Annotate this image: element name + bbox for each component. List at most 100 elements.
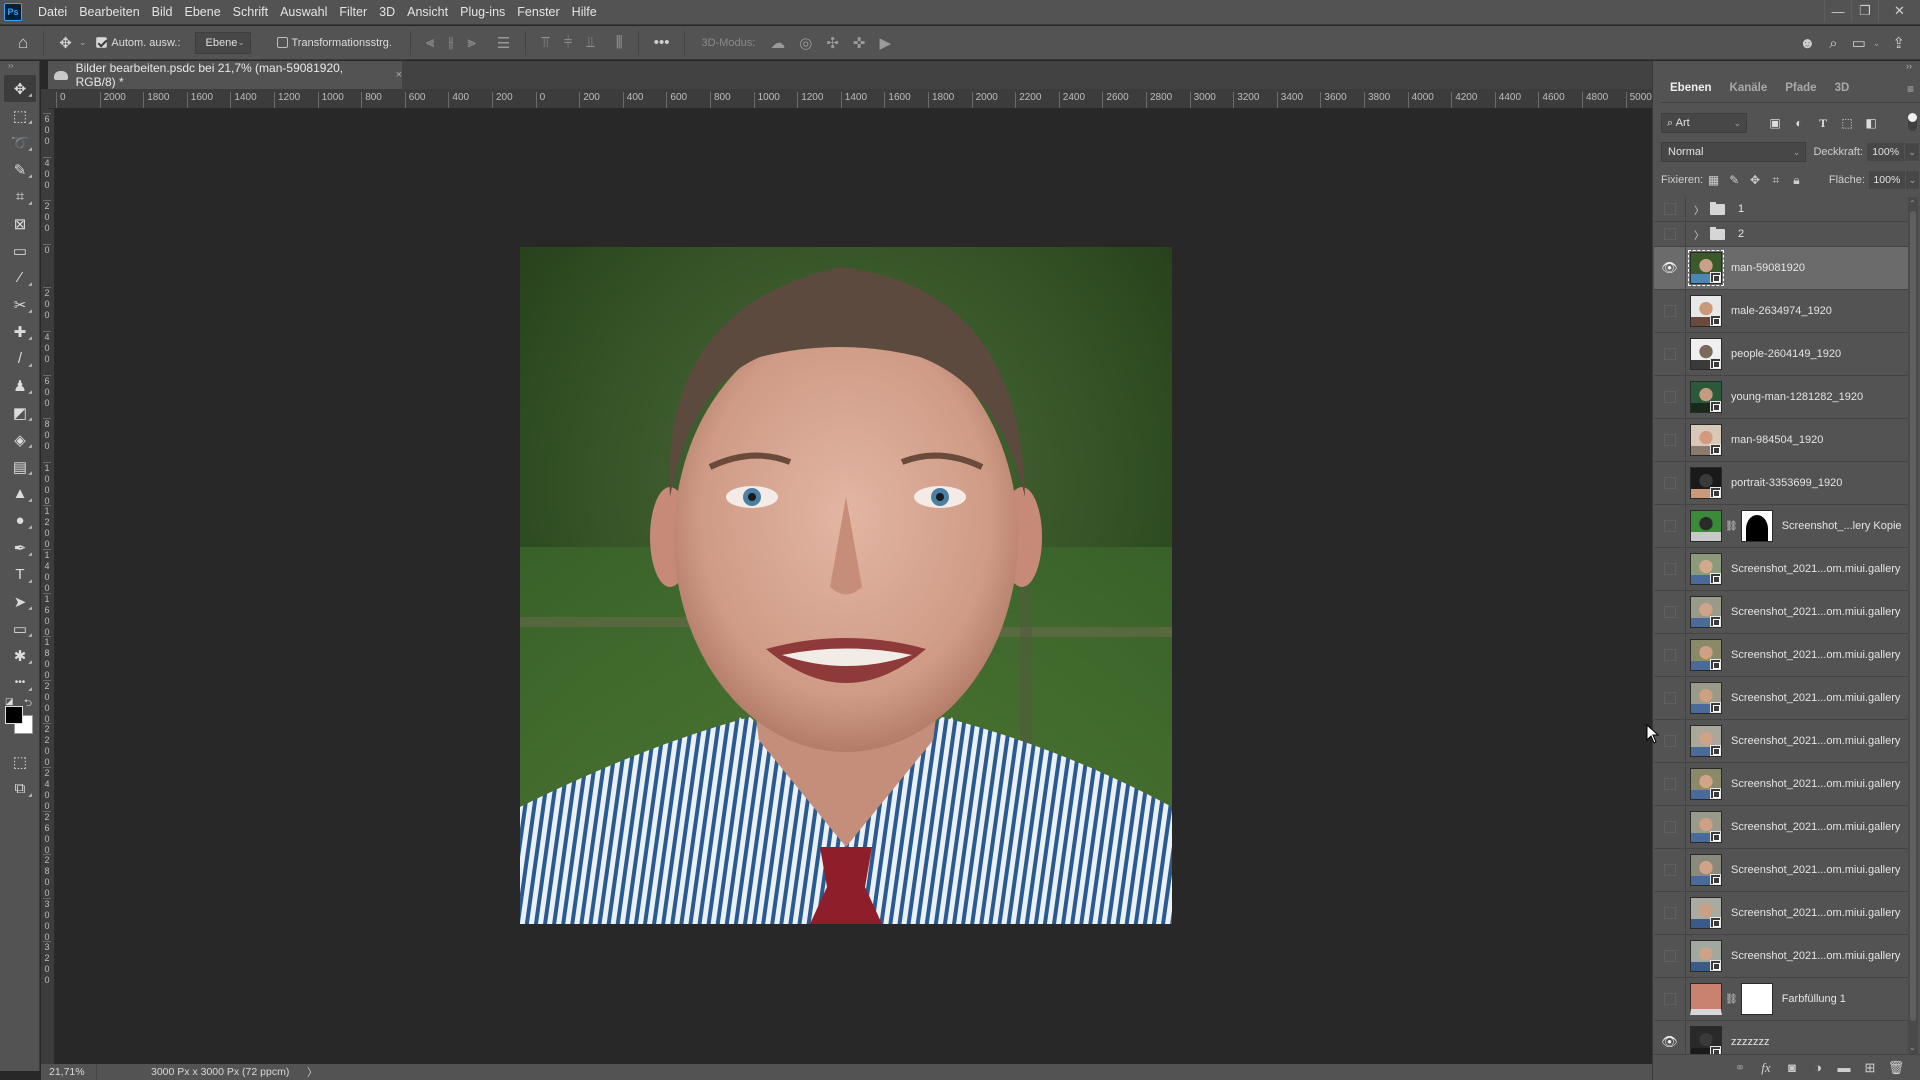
lock-transparent-pixels-icon[interactable]: ▦ [1703, 173, 1724, 187]
visibility-box[interactable] [1663, 434, 1676, 446]
layer-thumbnail[interactable] [1690, 940, 1722, 972]
layer-row[interactable]: ⛓ Screenshot_...lery Kopie [1654, 505, 1908, 548]
visibility-toggle[interactable] [1654, 548, 1686, 590]
visibility-box[interactable] [1663, 203, 1676, 215]
visibility-toggle[interactable] [1654, 763, 1686, 805]
paint-bucket-tool[interactable]: ◈ [4, 426, 36, 453]
custom-shape-tool[interactable]: ✱ [4, 642, 36, 669]
menu-datei[interactable]: Datei [32, 5, 73, 19]
menu-ansicht[interactable]: Ansicht [401, 5, 454, 19]
frame-tool[interactable]: ⊠ [4, 210, 36, 237]
tab-3d[interactable]: 3D [1826, 74, 1859, 102]
layer-row[interactable]: portrait-3353699_1920 [1654, 462, 1908, 505]
swap-colors-icon[interactable]: ⮌ [24, 696, 32, 713]
visibility-toggle[interactable] [1654, 505, 1686, 547]
expand-group-chevron-icon[interactable]: 〉 [1694, 202, 1704, 217]
tab-kan-le[interactable]: Kanäle [1721, 74, 1777, 102]
ruler-tool[interactable]: ▭ [4, 237, 36, 264]
layer-row[interactable]: ⛓ Farbfüllung 1 [1654, 978, 1908, 1021]
visibility-toggle[interactable]: 👁︎ [1654, 247, 1686, 289]
layer-row[interactable]: Screenshot_2021...om.miui.gallery [1654, 720, 1908, 763]
pen-tool[interactable]: ✒ [4, 534, 36, 561]
new-layer-icon[interactable]: ⊞ [1857, 1060, 1883, 1076]
restore-button[interactable]: ❐ [1851, 0, 1878, 22]
workspace-icon[interactable]: ▭ [1852, 34, 1866, 52]
tool-preset-chevron-icon[interactable]: ⌄ [79, 37, 87, 48]
crop-tool[interactable]: ⌗ [4, 183, 36, 210]
visibility-box[interactable] [1663, 477, 1676, 489]
layer-thumbnail[interactable] [1690, 553, 1722, 585]
link-layers-icon[interactable]: ⚭ [1727, 1060, 1753, 1076]
layer-thumbnail[interactable] [1690, 897, 1722, 929]
visibility-box[interactable] [1663, 778, 1676, 790]
mask-link-icon[interactable]: ⛓ [1725, 994, 1738, 1005]
align-vertical-center-icon[interactable]: ⫩ [564, 34, 573, 51]
fill-color-thumbnail[interactable] [1690, 983, 1722, 1015]
visibility-box[interactable] [1663, 821, 1676, 833]
visibility-toggle[interactable]: 👁︎ [1654, 1021, 1686, 1054]
tab-pfade[interactable]: Pfade [1776, 74, 1825, 102]
layer-row[interactable]: Screenshot_2021...om.miui.gallery [1654, 763, 1908, 806]
dock-collapse-icon[interactable]: ›› [1906, 61, 1912, 71]
scroll-up-icon[interactable]: ⌃ [1909, 199, 1916, 208]
visibility-box[interactable] [1663, 993, 1676, 1005]
visibility-box[interactable] [1663, 649, 1676, 661]
visibility-box[interactable] [1663, 520, 1676, 532]
scroll-down-icon[interactable]: ⌄ [1909, 1043, 1916, 1052]
auto-select-checkbox[interactable]: Autom. ausw.: [96, 37, 181, 49]
marquee-tool[interactable]: ⬚ [4, 102, 36, 129]
quick-selection-tool[interactable]: ✎ [4, 156, 36, 183]
filter-pixel-layers-icon[interactable]: ▣ [1763, 116, 1787, 131]
share-user-icon[interactable]: ☻ [1799, 35, 1815, 52]
visibility-toggle[interactable] [1654, 677, 1686, 719]
layer-thumbnail[interactable] [1690, 510, 1722, 542]
layers-scrollbar[interactable]: ⌃ ⌄ [1908, 197, 1918, 1054]
visibility-toggle[interactable] [1654, 591, 1686, 633]
visibility-box[interactable] [1663, 606, 1676, 618]
opacity-dropdown-icon[interactable]: ⌄ [1905, 143, 1919, 161]
opacity-input[interactable]: 100% [1866, 143, 1905, 161]
layer-thumbnail[interactable] [1690, 639, 1722, 671]
new-group-icon[interactable]: ▬ [1831, 1060, 1857, 1075]
menu-hilfe[interactable]: Hilfe [566, 5, 603, 19]
visibility-box[interactable] [1663, 907, 1676, 919]
horizontal-ruler[interactable]: 0 2000 1800 1600 1400 1200 1000 800 600 400 200 0 20… [48, 89, 1652, 109]
clone-stamp-tool[interactable]: ♟ [4, 372, 36, 399]
3d-slide-icon[interactable]: ✜ [853, 34, 866, 52]
layer-row[interactable]: Screenshot_2021...om.miui.gallery [1654, 849, 1908, 892]
healing-brush-tool[interactable]: ✚ [4, 318, 36, 345]
align-bottom-icon[interactable]: ⫫ [586, 34, 594, 51]
layer-row[interactable]: Screenshot_2021...om.miui.gallery [1654, 892, 1908, 935]
visibility-box[interactable] [1663, 692, 1676, 704]
checkbox-icon[interactable] [96, 37, 108, 48]
move-tool[interactable]: ✥ [4, 75, 36, 102]
type-tool[interactable]: T [4, 561, 36, 588]
dodge-tool[interactable]: ● [4, 507, 36, 534]
layer-row[interactable]: Screenshot_2021...om.miui.gallery [1654, 634, 1908, 677]
toolbar-collapse-icon[interactable]: ›› [0, 61, 39, 75]
lock-artboard-icon[interactable]: ⌗ [1765, 173, 1786, 188]
layers-scrollbar-thumb[interactable] [1910, 211, 1916, 1021]
brush-tool[interactable]: / [4, 345, 36, 372]
screen-mode-button[interactable]: ⧉ [4, 775, 36, 802]
layer-thumbnail[interactable] [1690, 338, 1722, 370]
layer-row[interactable]: Screenshot_2021...om.miui.gallery [1654, 806, 1908, 849]
visibility-toggle[interactable] [1654, 333, 1686, 375]
3d-pan-icon[interactable]: ✣ [826, 34, 839, 52]
visibility-box[interactable] [1663, 391, 1676, 403]
layer-thumbnail[interactable] [1690, 768, 1722, 800]
move-tool-icon[interactable]: ✥ [59, 34, 72, 52]
close-window-button[interactable]: ✕ [1878, 0, 1920, 22]
filter-adjustment-layers-icon[interactable]: ◐ [1787, 116, 1811, 131]
layer-thumbnail[interactable] [1690, 596, 1722, 628]
eyedropper-tool[interactable]: ⁄ [4, 264, 36, 291]
align-top-icon[interactable]: ⫪ [541, 34, 549, 51]
menu-bild[interactable]: Bild [146, 5, 179, 19]
lock-all-icon[interactable]: 🔒︎ [1786, 173, 1807, 188]
layer-group[interactable]: 〉 1 [1654, 197, 1908, 222]
checkbox-icon[interactable] [276, 37, 288, 48]
rectangle-tool[interactable]: ▭ [4, 615, 36, 642]
fill-input[interactable]: 100% [1868, 171, 1905, 189]
zoom-level[interactable]: 21,71% [41, 1064, 97, 1080]
fx-icon[interactable]: fx [1753, 1060, 1779, 1076]
